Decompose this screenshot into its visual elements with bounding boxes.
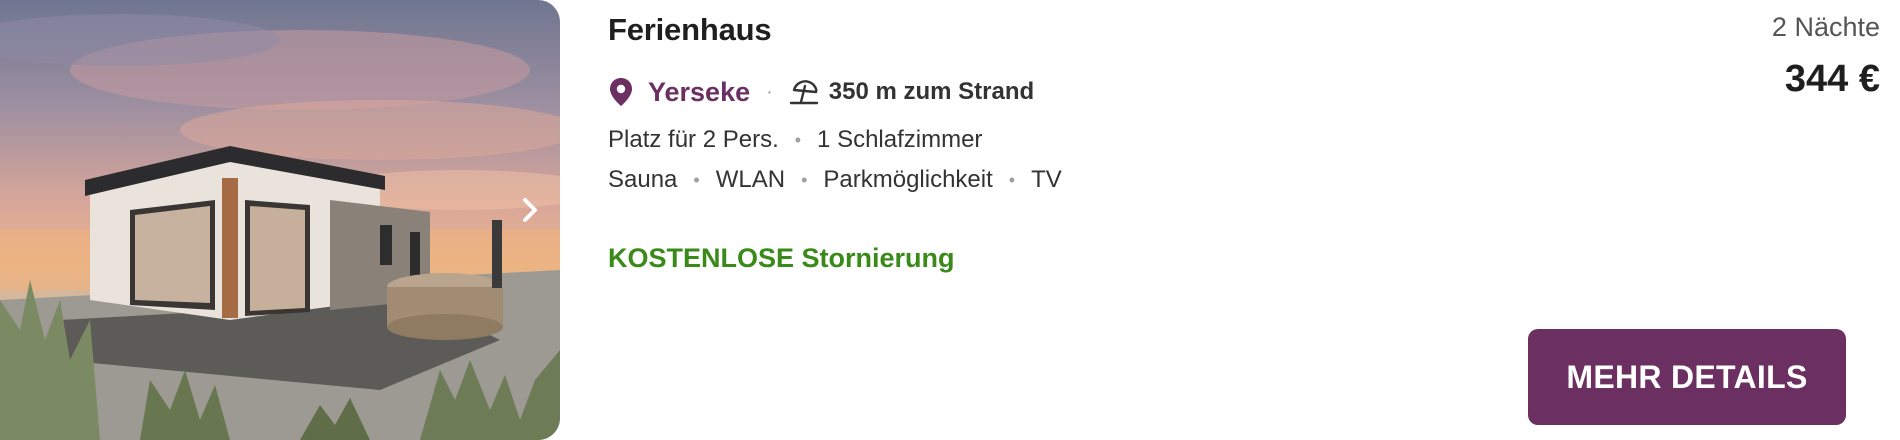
location-name[interactable]: Yerseke	[648, 77, 750, 108]
total-price: 344 €	[1784, 58, 1880, 100]
separator-dot: •	[794, 129, 802, 150]
capacity-row: Platz für 2 Pers. • 1 Schlafzimmer	[608, 126, 982, 154]
separator-dot: •	[1008, 169, 1016, 190]
amenity-parking: Parkmöglichkeit	[823, 166, 993, 193]
amenity-wlan: WLAN	[715, 166, 786, 193]
amenity-sauna: Sauna	[608, 166, 678, 193]
capacity-bedrooms: 1 Schlafzimmer	[817, 126, 983, 153]
separator-dot: •	[801, 169, 808, 190]
chevron-right-icon	[523, 198, 537, 222]
listing-photo[interactable]	[0, 0, 560, 440]
holiday-house-image	[0, 14, 560, 440]
listing-card: Ferienhaus Yerseke · 350 m zum Strand Pl…	[0, 0, 1900, 440]
next-image-button[interactable]	[520, 196, 554, 230]
separator-dot: ·	[766, 80, 773, 103]
amenities-row: Sauna • WLAN • Parkmöglichkeit • TV	[608, 166, 1062, 194]
location-row: Yerseke · 350 m zum Strand	[608, 74, 1034, 110]
free-cancellation-label: KOSTENLOSE Stornierung	[608, 243, 955, 273]
listing-title[interactable]: Ferienhaus	[608, 12, 772, 48]
beach-distance: 350 m zum Strand	[828, 78, 1035, 105]
capacity-persons: Platz für 2 Pers.	[608, 126, 779, 153]
separator-dot: •	[693, 169, 700, 190]
beach-umbrella-icon	[789, 80, 818, 105]
nights-count: 2 Nächte	[1771, 12, 1880, 42]
more-details-button[interactable]: MEHR DETAILS	[1528, 329, 1846, 425]
amenity-tv: TV	[1031, 166, 1062, 193]
map-pin-icon	[610, 78, 632, 106]
